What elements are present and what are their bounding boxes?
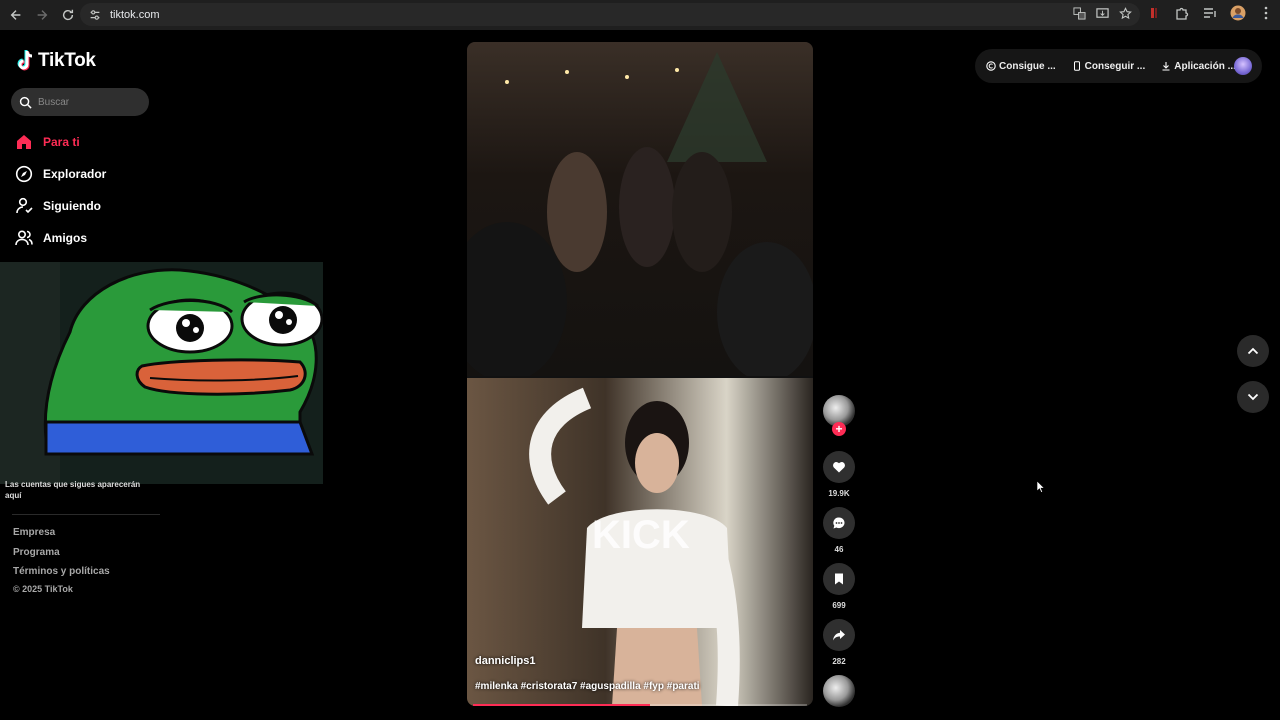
video-author[interactable]: danniclips1 [475,655,536,667]
search-input[interactable] [38,96,138,108]
save-button[interactable] [823,563,855,595]
get-app-label: Conseguir ... [1084,60,1146,72]
get-coins-button[interactable]: Consigue ... [986,61,1056,72]
bookmark-icon [835,573,843,585]
video-progress-bar[interactable] [473,704,807,706]
chevron-down-icon [1247,393,1259,401]
extensions-puzzle-icon[interactable] [1174,5,1190,21]
share-arrow-icon [833,630,845,641]
download-icon [1162,62,1170,71]
home-icon [17,135,31,149]
friends-icon [15,230,33,246]
video-player[interactable]: KICK danniclips1 #milenka #cristorata7 #… [467,42,813,706]
menu-kebab-icon[interactable] [1258,5,1274,21]
sidebar-item-label: Siguiendo [43,199,101,213]
sidebar-divider [12,514,160,515]
media-controls-icon[interactable] [1202,5,1218,21]
sidebar-nav: Para ti Explorador Siguiendo Amigos [15,126,106,254]
tiktok-note-icon [17,50,33,71]
sidebar-item-siguiendo[interactable]: Siguiendo [15,190,106,222]
back-icon[interactable] [4,3,28,27]
coin-icon [986,61,996,71]
get-coins-label: Consigue ... [999,60,1056,72]
share-button[interactable] [823,619,855,651]
search-icon [19,96,32,109]
like-count: 19.9K [828,489,850,498]
creator-avatar[interactable]: + [823,395,855,436]
following-empty-note: Las cuentas que sigues aparecerán aquí [5,480,141,500]
reload-icon[interactable] [56,3,80,27]
install-app-icon[interactable] [1096,7,1109,20]
share-action: 282 [823,619,855,666]
phone-icon [1073,61,1080,71]
next-video-button[interactable] [1237,381,1269,413]
forward-icon[interactable] [30,3,54,27]
chevron-up-icon [1247,347,1259,355]
download-app-label: Aplicación ... [1174,60,1236,72]
footer-link-terminos[interactable]: Términos y políticas [13,566,110,586]
frog-emote-icon [0,262,323,484]
user-avatar[interactable] [1234,57,1252,75]
comment-count: 46 [834,545,844,554]
get-app-button[interactable]: Conseguir ... [1072,60,1146,72]
comment-button[interactable] [823,507,855,539]
bookmark-star-icon[interactable] [1119,7,1132,20]
save-count: 699 [832,601,846,610]
sidebar-item-explorador[interactable]: Explorador [15,158,106,190]
comment-icon [833,517,845,529]
compass-icon [15,165,33,183]
comment-action: 46 [823,507,855,554]
download-app-button[interactable]: Aplicación ... [1161,61,1236,72]
video-frame-top [467,42,813,382]
copyright-text: © 2025 TikTok [13,584,73,594]
top-actions-bar: Consigue ... Conseguir ... Aplicación ..… [975,49,1262,83]
footer-link-programa[interactable]: Programa [13,547,110,567]
footer-link-empresa[interactable]: Empresa [13,527,110,547]
save-action: 699 [823,563,855,610]
svg-text:KICK: KICK [592,513,690,557]
extension-icon[interactable] [1146,5,1162,21]
search-bar[interactable] [11,88,149,116]
streamer-overlay-image [0,262,323,484]
sidebar-item-label: Para ti [43,135,80,149]
tiktok-logo[interactable]: TikTok [16,50,96,72]
user-follow-icon [16,197,33,214]
follow-plus-button[interactable]: + [832,422,846,436]
tiktok-wordmark: TikTok [38,50,96,71]
browser-toolbar: tiktok.com [0,0,1280,30]
share-count: 282 [832,657,846,666]
sidebar-item-para-ti[interactable]: Para ti [15,126,106,158]
sound-disc-avatar[interactable] [823,675,855,707]
sidebar-item-amigos[interactable]: Amigos [15,222,106,254]
address-bar[interactable]: tiktok.com [80,3,1140,26]
mouse-cursor-icon [1037,481,1045,493]
video-caption[interactable]: #milenka #cristorata7 #aguspadilla #fyp … [475,681,700,692]
previous-video-button[interactable] [1237,335,1269,367]
like-action: 19.9K [823,451,855,498]
site-info-icon[interactable] [88,8,102,22]
like-button[interactable] [823,451,855,483]
url-text: tiktok.com [110,8,160,21]
footer-links: Empresa Programa Términos y políticas [13,527,110,586]
heart-icon [833,462,845,473]
sidebar-item-label: Explorador [43,167,107,181]
sidebar-item-label: Amigos [43,231,88,245]
profile-avatar-icon[interactable] [1230,5,1246,21]
translate-icon[interactable] [1073,7,1086,20]
video-progress-fill [473,704,651,706]
